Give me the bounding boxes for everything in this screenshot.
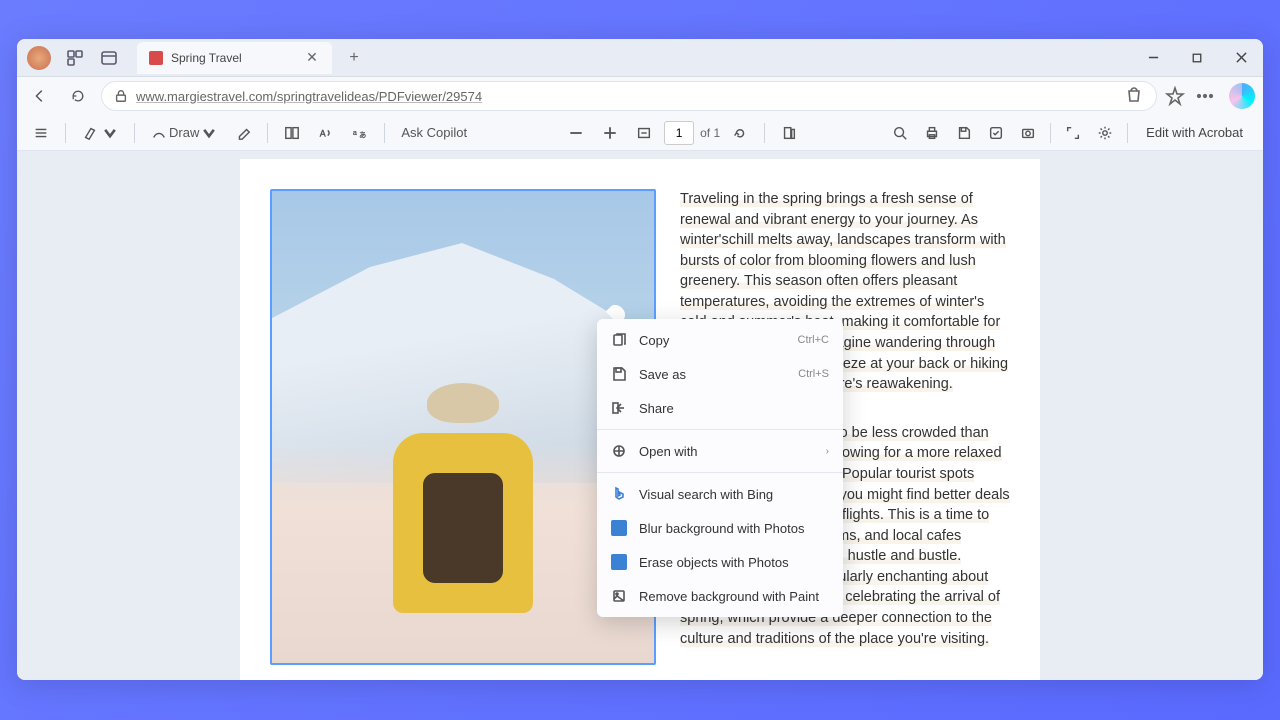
maximize-button[interactable]	[1175, 39, 1219, 77]
tab-favicon-icon	[149, 51, 163, 65]
new-tab-button[interactable]: +	[340, 44, 368, 72]
menu-erase-objects[interactable]: Erase objects with Photos	[597, 545, 843, 579]
menu-share[interactable]: Share	[597, 391, 843, 425]
open-with-icon	[611, 443, 627, 459]
chevron-right-icon: ›	[826, 446, 829, 457]
save-icon	[611, 366, 627, 382]
close-window-button[interactable]	[1219, 39, 1263, 77]
draw-button[interactable]: Draw	[145, 119, 223, 147]
settings-button[interactable]	[1091, 119, 1119, 147]
rotate-button[interactable]	[726, 119, 754, 147]
address-bar-row: www.margiestravel.com/springtravelideas/…	[17, 77, 1263, 115]
image-context-menu: Copy Ctrl+C Save as Ctrl+S Share Open wi…	[597, 319, 843, 617]
zoom-in-button[interactable]	[596, 119, 624, 147]
contents-button[interactable]	[27, 119, 55, 147]
edit-with-acrobat-button[interactable]: Edit with Acrobat	[1136, 125, 1253, 140]
svg-text:a: a	[353, 128, 357, 136]
print-button[interactable]	[918, 119, 946, 147]
browser-tab[interactable]: Spring Travel ✕	[137, 42, 332, 74]
menu-blur-background[interactable]: Blur background with Photos	[597, 511, 843, 545]
refresh-button[interactable]	[63, 81, 93, 111]
menu-save-as[interactable]: Save as Ctrl+S	[597, 357, 843, 391]
menu-open-with[interactable]: Open with ›	[597, 434, 843, 468]
page-view-button[interactable]	[775, 119, 803, 147]
add-notes-button[interactable]	[982, 119, 1010, 147]
save-button[interactable]	[950, 119, 978, 147]
fullscreen-button[interactable]	[1059, 119, 1087, 147]
titlebar: Spring Travel ✕ +	[17, 39, 1263, 77]
photos-blur-icon	[611, 520, 627, 536]
profile-avatar[interactable]	[27, 46, 51, 70]
back-button[interactable]	[25, 81, 55, 111]
window-controls	[1131, 39, 1263, 77]
zoom-out-button[interactable]	[562, 119, 590, 147]
site-info-icon[interactable]	[114, 89, 128, 103]
svg-text:A: A	[320, 128, 326, 138]
page-total: of 1	[700, 126, 720, 140]
photos-erase-icon	[611, 554, 627, 570]
pdf-toolbar: Draw A aあ Ask Copilot of 1 Edit with Acr…	[17, 115, 1263, 151]
copilot-button[interactable]	[1229, 83, 1255, 109]
ask-copilot-button[interactable]: Ask Copilot	[395, 119, 473, 147]
read-aloud-button[interactable]: A	[312, 119, 340, 147]
translate-button[interactable]: aあ	[346, 119, 374, 147]
tab-actions-icon[interactable]	[99, 48, 119, 68]
favorites-icon[interactable]	[1165, 86, 1185, 106]
two-page-button[interactable]	[278, 119, 306, 147]
erase-button[interactable]	[229, 119, 257, 147]
tab-close-button[interactable]: ✕	[304, 50, 320, 66]
tab-title: Spring Travel	[171, 51, 296, 65]
page-number-input[interactable]	[664, 121, 694, 145]
workspaces-icon[interactable]	[65, 48, 85, 68]
minimize-button[interactable]	[1131, 39, 1175, 77]
svg-text:あ: あ	[359, 131, 366, 139]
address-bar[interactable]: www.margiestravel.com/springtravelideas/…	[101, 81, 1157, 111]
copy-icon	[611, 332, 627, 348]
highlight-button[interactable]	[76, 119, 124, 147]
paint-icon	[611, 588, 627, 604]
shopping-icon[interactable]	[1124, 86, 1144, 106]
menu-copy[interactable]: Copy Ctrl+C	[597, 323, 843, 357]
draw-label: Draw	[169, 125, 199, 140]
url-text: www.margiestravel.com/springtravelideas/…	[136, 89, 482, 104]
more-icon[interactable]	[1195, 86, 1215, 106]
screenshot-button[interactable]	[1014, 119, 1042, 147]
search-button[interactable]	[886, 119, 914, 147]
menu-remove-background[interactable]: Remove background with Paint	[597, 579, 843, 613]
menu-visual-search[interactable]: Visual search with Bing	[597, 477, 843, 511]
fit-button[interactable]	[630, 119, 658, 147]
bing-icon	[611, 486, 627, 502]
share-icon	[611, 400, 627, 416]
